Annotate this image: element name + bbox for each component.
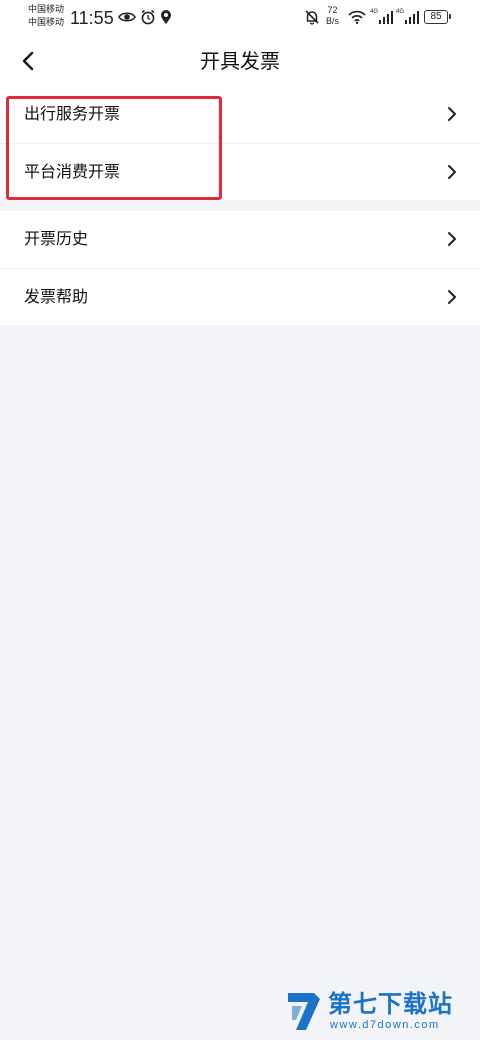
net-speed-unit: B/s bbox=[326, 16, 340, 26]
eye-icon bbox=[118, 12, 136, 22]
net-speed-value: 72 bbox=[327, 5, 338, 15]
carrier-2: 中国移动 bbox=[28, 18, 65, 28]
signal-1-label: 4G bbox=[370, 9, 379, 15]
invoice-type-group: 出行服务开票 平台消费开票 bbox=[0, 86, 480, 200]
carrier-labels: 中国移动 中国移动 bbox=[28, 4, 64, 30]
watermark-name: 第七下载站 bbox=[328, 990, 453, 1018]
nav-bar: 开具发票 bbox=[0, 36, 480, 86]
menu-item-label: 发票帮助 bbox=[24, 287, 89, 306]
chevron-right-icon bbox=[448, 107, 456, 121]
watermark: 第七下载站 www.d7down.com bbox=[284, 990, 474, 1032]
invoice-info-group: 开票历史 发票帮助 bbox=[0, 211, 480, 325]
status-bar: 中国移动 中国移动 11:55 72 B/s 4G 4G 85 bbox=[0, 0, 480, 36]
status-time: 11:55 bbox=[70, 8, 114, 28]
carrier-1: 中国移动 bbox=[28, 5, 65, 15]
page-title: 开具发票 bbox=[200, 49, 280, 73]
menu-item-platform-invoice[interactable]: 平台消费开票 bbox=[0, 143, 480, 200]
wifi-icon bbox=[348, 10, 366, 24]
menu-item-travel-invoice[interactable]: 出行服务开票 bbox=[0, 86, 480, 143]
signal-icon bbox=[405, 11, 419, 24]
alarm-icon bbox=[141, 9, 155, 25]
menu-item-label: 出行服务开票 bbox=[24, 104, 121, 123]
chevron-right-icon bbox=[448, 232, 456, 246]
signal-icon bbox=[379, 11, 393, 24]
watermark-logo-icon bbox=[288, 993, 320, 1030]
chevron-right-icon bbox=[448, 290, 456, 304]
watermark-url: www.d7down.com bbox=[330, 1019, 440, 1031]
menu-item-invoice-help[interactable]: 发票帮助 bbox=[0, 268, 480, 325]
bell-off-icon bbox=[305, 10, 319, 25]
menu-item-label: 平台消费开票 bbox=[24, 162, 121, 181]
chevron-right-icon bbox=[448, 165, 456, 179]
location-icon bbox=[161, 10, 171, 24]
net-speed: 72 B/s bbox=[326, 5, 339, 27]
menu-item-invoice-history[interactable]: 开票历史 bbox=[0, 211, 480, 268]
signal-2-label: 4G bbox=[396, 9, 405, 15]
battery-icon: 85 bbox=[424, 10, 451, 24]
menu-item-label: 开票历史 bbox=[24, 229, 89, 248]
